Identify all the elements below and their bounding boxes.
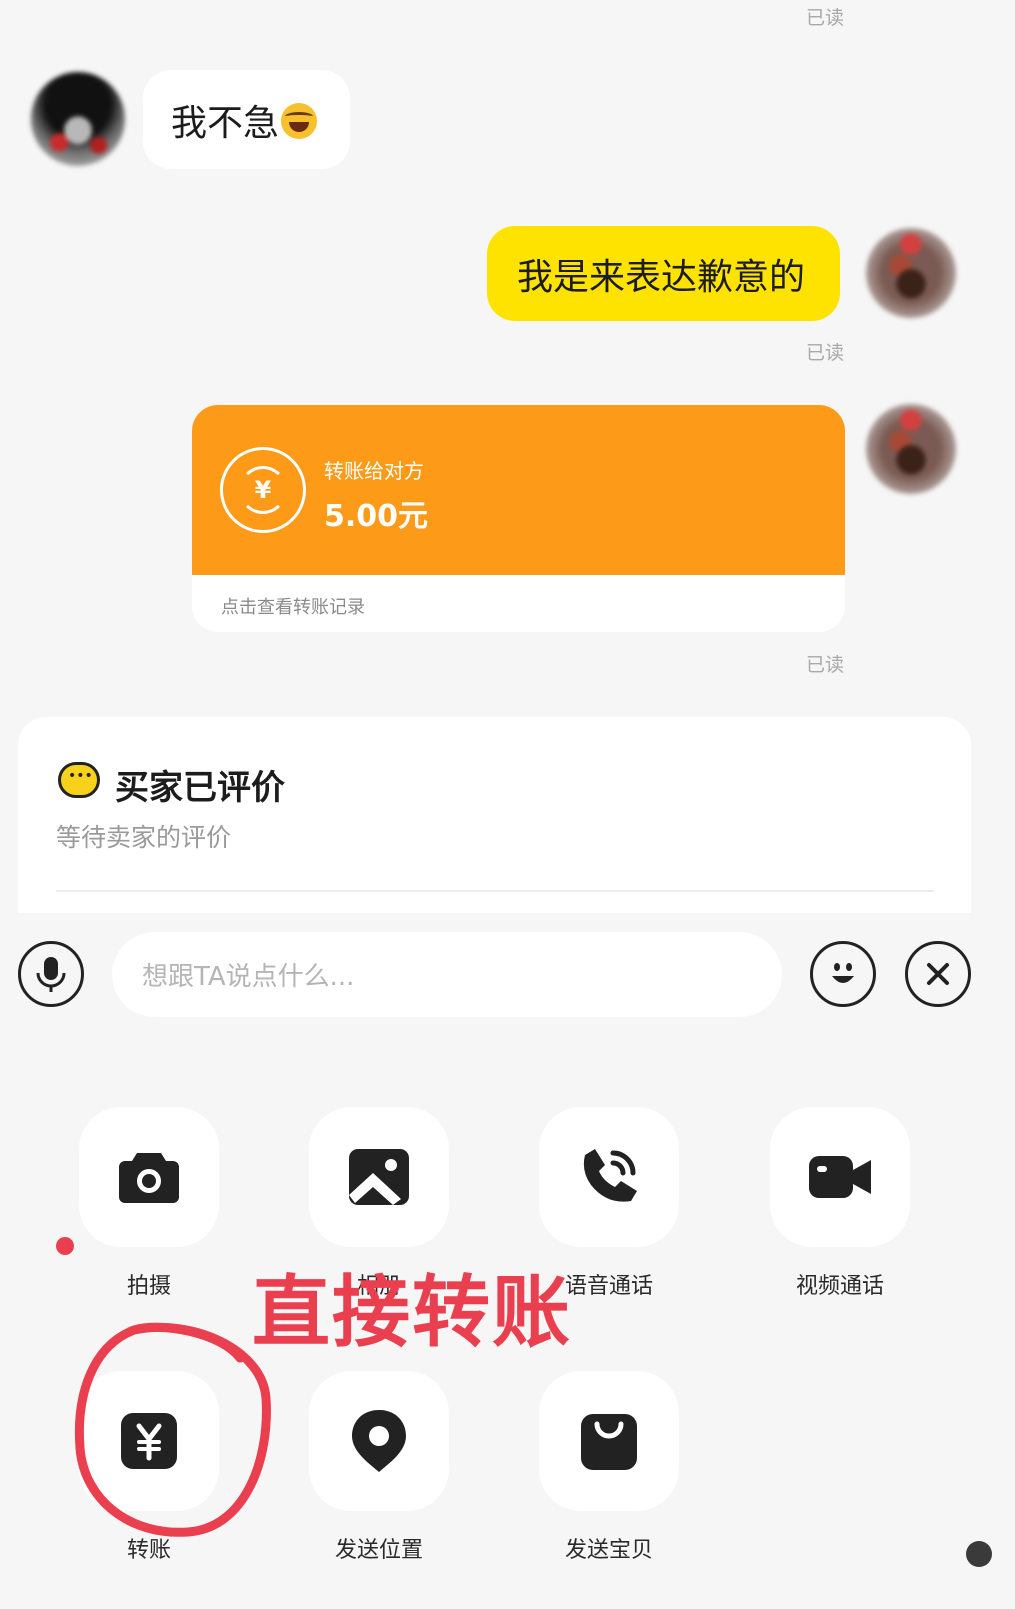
action-label: 视频通话: [795, 1274, 884, 1299]
close-panel-button[interactable]: [905, 941, 971, 1007]
action-send-location[interactable]: [309, 1371, 449, 1511]
shopping-bag-icon: [581, 1414, 637, 1470]
camera-icon: [119, 1153, 179, 1203]
read-receipt: 已读: [806, 7, 845, 29]
voice-input-button[interactable]: [18, 941, 84, 1007]
action-send-item[interactable]: [539, 1371, 679, 1511]
avatar[interactable]: [866, 404, 956, 494]
video-call-icon: [809, 1156, 871, 1198]
message-input-placeholder: 想跟TA说点什么...: [142, 962, 355, 992]
message-bubble-sent[interactable]: 我是来表达歉意的: [487, 226, 840, 321]
annotation-text: 直接转账: [252, 1268, 573, 1358]
evaluation-title: 买家已评价: [115, 768, 285, 808]
action-camera[interactable]: [79, 1107, 219, 1247]
evaluation-subtitle: 等待卖家的评价: [56, 823, 232, 852]
phone-call-icon: [583, 1149, 637, 1202]
location-icon: [352, 1410, 406, 1472]
transfer-title: 转账给对方: [324, 459, 424, 483]
photo-album-icon: [349, 1149, 409, 1205]
transfer-record-link[interactable]: 点击查看转账记录: [221, 593, 365, 619]
read-receipt: 已读: [806, 342, 845, 364]
action-label: 发送位置: [334, 1538, 423, 1563]
divider: [56, 890, 934, 892]
yen-transfer-icon: ¥: [220, 447, 306, 533]
transfer-card[interactable]: ¥ 转账给对方 5.00元 点击查看转账记录: [192, 405, 845, 632]
message-input[interactable]: 想跟TA说点什么...: [112, 932, 782, 1017]
close-icon: [927, 963, 949, 985]
read-receipt: 已读: [806, 654, 845, 676]
laughing-emoji-icon: [281, 102, 318, 139]
annotation-circle: [74, 1322, 271, 1537]
emoji-button[interactable]: [810, 941, 876, 1007]
action-video-call[interactable]: [770, 1107, 910, 1247]
smiley-icon: [832, 963, 854, 983]
action-voice-call[interactable]: [539, 1107, 679, 1247]
action-label: 拍摄: [126, 1274, 171, 1299]
message-text: 我不急: [171, 102, 280, 144]
action-album[interactable]: [309, 1107, 449, 1247]
avatar[interactable]: [31, 72, 125, 166]
message-bubble-received[interactable]: 我不急: [143, 70, 350, 169]
chat-bubble-icon: [58, 762, 100, 798]
annotation-dot: [56, 1237, 74, 1255]
transfer-amount: 5.00元: [324, 499, 429, 534]
action-label: 发送宝贝: [564, 1538, 653, 1563]
screenshot-tool-icon[interactable]: [966, 1541, 992, 1567]
microphone-icon: [36, 957, 66, 992]
evaluation-card[interactable]: 买家已评价 等待卖家的评价: [18, 717, 971, 913]
avatar[interactable]: [866, 228, 956, 318]
message-text: 我是来表达歉意的: [517, 256, 806, 298]
transfer-card-header: ¥ 转账给对方 5.00元: [192, 405, 845, 575]
